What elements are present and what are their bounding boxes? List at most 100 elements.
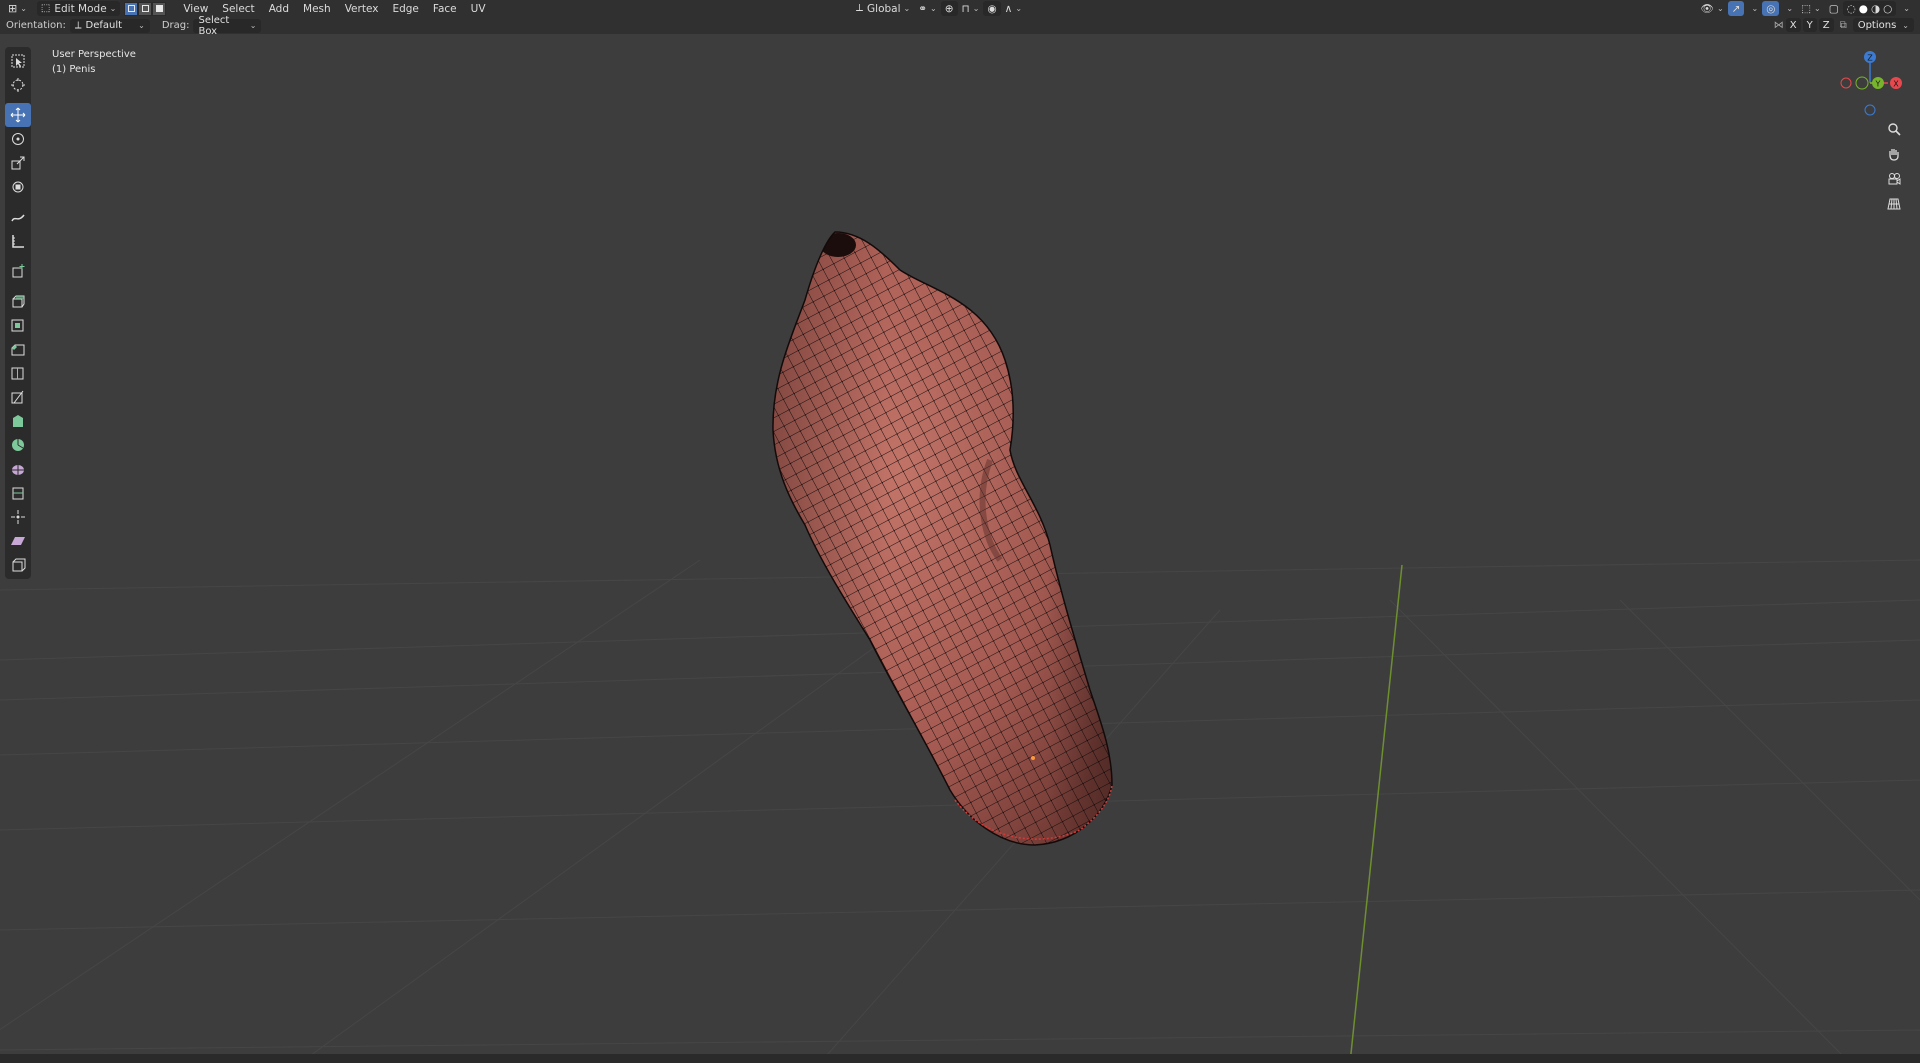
auto-merge-icon[interactable]: ⧉ — [1840, 20, 1847, 31]
pan-button[interactable] — [1884, 144, 1904, 164]
gizmo-dropdown[interactable]: ⌄ — [1744, 1, 1762, 16]
menu-uv[interactable]: UV — [464, 3, 493, 15]
gizmo-neg-z — [1864, 104, 1876, 116]
menu-select[interactable]: Select — [215, 3, 261, 15]
cursor-icon — [11, 78, 25, 92]
rendered-shading-icon[interactable]: ○ — [1883, 3, 1892, 15]
tool-cursor[interactable] — [5, 73, 31, 97]
navigation-gizmo[interactable]: Y X Z — [1830, 47, 1910, 117]
shading-dropdown[interactable]: ⌄ — [1896, 1, 1914, 16]
mirror-y-toggle[interactable]: Y — [1802, 18, 1817, 32]
tool-knife[interactable] — [5, 385, 31, 409]
orientation-dropdown[interactable]: ⟂ Default ⌄ — [69, 18, 150, 33]
menu-add[interactable]: Add — [262, 3, 296, 15]
shading-mode-group[interactable]: ◌ ● ◑ ○ — [1842, 1, 1897, 16]
vertex-select-button[interactable] — [124, 1, 139, 16]
transform-icon — [12, 181, 24, 193]
smooth-icon — [12, 465, 24, 475]
svg-text:Y: Y — [1875, 80, 1881, 89]
visibility-dropdown[interactable]: 👁 ⌄ — [1697, 1, 1728, 16]
mesh-edit-overlays-dropdown[interactable]: ⬚ ⌄ — [1797, 1, 1825, 16]
proportional-edit-icon: ◉ — [987, 2, 997, 15]
pivot-icon: ⚭ — [918, 2, 928, 15]
scale-icon — [11, 156, 25, 170]
solid-shading-icon[interactable]: ● — [1859, 3, 1868, 15]
3d-viewport[interactable] — [0, 0, 1920, 1063]
tool-annotate[interactable] — [5, 205, 31, 229]
orientation-icon: ⟂ — [856, 2, 864, 14]
proportional-falloff-dropdown[interactable]: ∧ ⌄ — [1001, 1, 1026, 16]
camera-view-button[interactable] — [1884, 169, 1904, 189]
tool-rotate[interactable] — [5, 127, 31, 151]
face-select-button[interactable] — [152, 1, 167, 16]
menu-edge[interactable]: Edge — [385, 3, 425, 15]
tool-rip-region[interactable] — [5, 553, 31, 577]
menu-vertex[interactable]: Vertex — [338, 3, 386, 15]
tool-bevel[interactable] — [5, 337, 31, 361]
edge-select-button[interactable] — [138, 1, 153, 16]
selected-vertex — [1031, 756, 1035, 760]
snap-dropdown[interactable]: ⊓ ⌄ — [958, 1, 984, 16]
add-cube-icon — [12, 264, 25, 278]
bevel-icon — [11, 344, 25, 356]
zoom-icon — [1888, 123, 1901, 136]
snap-icon: ⊕ — [944, 2, 954, 15]
pivot-point-dropdown[interactable]: ⚭ ⌄ — [914, 1, 941, 16]
wireframe-shading-icon[interactable]: ◌ — [1847, 3, 1856, 15]
tool-extrude[interactable] — [5, 289, 31, 313]
mode-dropdown[interactable]: ⬚ Edit Mode ⌄ — [36, 1, 121, 16]
tool-smooth[interactable] — [5, 457, 31, 481]
tool-scale[interactable] — [5, 151, 31, 175]
zoom-button[interactable] — [1884, 119, 1904, 139]
orientation-label: Orientation: — [6, 20, 66, 31]
overlays-dropdown[interactable]: ⌄ — [1779, 1, 1797, 16]
mesh-object — [772, 232, 1112, 845]
menu-mesh[interactable]: Mesh — [296, 3, 338, 15]
hand-icon — [1889, 149, 1899, 161]
annotate-icon — [11, 214, 25, 222]
inset-icon — [11, 319, 24, 332]
y-axis-line — [1349, 564, 1403, 1063]
tool-poly-build[interactable] — [5, 409, 31, 433]
select-mode-group — [124, 1, 167, 16]
tool-spin[interactable] — [5, 433, 31, 457]
mirror-x-toggle[interactable]: X — [1785, 18, 1801, 32]
grid-perspective-icon — [1887, 198, 1901, 210]
poly-build-icon — [13, 415, 23, 427]
tool-shear[interactable] — [5, 529, 31, 553]
tool-add-cube[interactable] — [5, 259, 31, 283]
editor-type-button[interactable]: ⊞ ⌄ — [4, 1, 31, 16]
transform-orientation-dropdown[interactable]: ⟂ Global ⌄ — [852, 1, 914, 16]
menu-bar: View Select Add Mesh Vertex Edge Face UV — [176, 3, 492, 15]
tool-select-box[interactable] — [5, 49, 31, 73]
rotate-icon — [12, 133, 24, 145]
options-dropdown[interactable]: Options ⌄ — [1852, 18, 1914, 32]
mirror-z-toggle[interactable]: Z — [1818, 18, 1834, 32]
menu-view[interactable]: View — [176, 3, 215, 15]
mesh-overlay-icon: ⬚ — [1801, 2, 1811, 15]
drag-dropdown[interactable]: Select Box ⌄ — [193, 15, 262, 37]
gizmo-toggle[interactable]: ↗ — [1727, 1, 1745, 16]
mode-label: Edit Mode — [54, 2, 107, 15]
vertex-select-icon — [127, 5, 135, 12]
menu-face[interactable]: Face — [426, 3, 464, 15]
xray-toggle[interactable]: ▢ — [1825, 1, 1843, 16]
eye-icon: 👁 — [1700, 3, 1714, 15]
tool-shrink-fatten[interactable] — [5, 505, 31, 529]
options-label: Options — [1857, 19, 1897, 31]
extrude-icon — [12, 295, 25, 308]
move-icon — [10, 107, 26, 123]
perspective-label: User Perspective — [52, 49, 136, 60]
tool-loop-cut[interactable] — [5, 361, 31, 385]
material-shading-icon[interactable]: ◑ — [1871, 3, 1880, 15]
mirror-icon: ⋈ — [1773, 19, 1784, 31]
overlays-toggle[interactable]: ◎ — [1762, 1, 1780, 16]
tool-measure[interactable] — [5, 229, 31, 253]
tool-edge-slide[interactable] — [5, 481, 31, 505]
tool-transform[interactable] — [5, 175, 31, 199]
perspective-toggle-button[interactable] — [1884, 194, 1904, 214]
tool-move[interactable] — [5, 103, 31, 127]
tool-inset[interactable] — [5, 313, 31, 337]
proportional-edit-toggle[interactable]: ◉ — [983, 1, 1001, 16]
snap-toggle[interactable]: ⊕ — [940, 1, 958, 16]
